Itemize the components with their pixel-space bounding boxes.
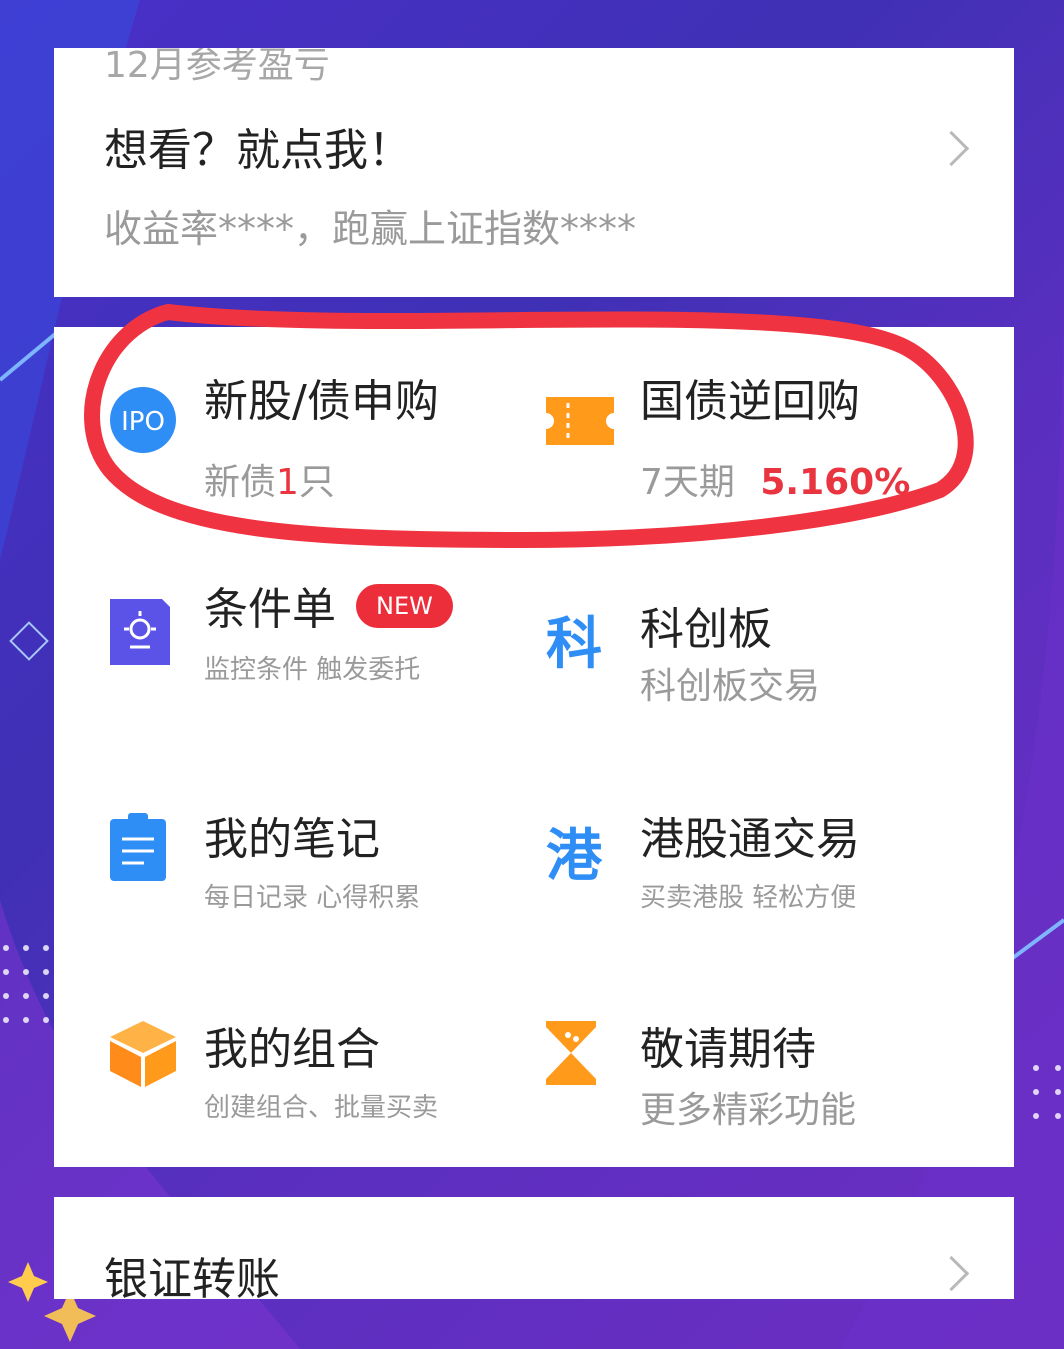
tile-conditional-order[interactable]: 条件单 NEW 监控条件 触发委托	[110, 567, 550, 767]
tile-ipo-subscription[interactable]: IPO 新股/债申购 新债1只	[110, 357, 550, 557]
tile-subtitle: 买卖港股 轻松方便	[640, 883, 857, 913]
hourglass-icon	[546, 1021, 596, 1085]
tile-title: 我的笔记	[204, 814, 380, 865]
profit-header-label: 12月参考盈亏	[104, 48, 330, 86]
tile-title: 我的组合	[204, 1024, 380, 1075]
clipboard-icon	[110, 813, 166, 881]
hk-connect-icon: 港	[546, 824, 602, 889]
tile-my-portfolio[interactable]: 我的组合 创建组合、批量买卖	[110, 987, 550, 1187]
tile-subtitle: 科创板交易	[640, 666, 821, 707]
tile-subtitle: 更多精彩功能	[640, 1090, 857, 1131]
new-badge: NEW	[356, 584, 453, 628]
bank-transfer-row[interactable]: 银证转账	[54, 1197, 1014, 1299]
tile-subtitle: 监控条件 触发委托	[204, 655, 421, 685]
chevron-right-icon	[933, 1255, 970, 1292]
tile-title: 港股通交易	[640, 814, 860, 865]
profit-card[interactable]: 12月参考盈亏 想看？就点我！ 收益率****，跑赢上证指数****	[54, 48, 1014, 297]
profit-headline: 想看？就点我！	[104, 125, 412, 176]
tile-title-row: 条件单 NEW	[204, 573, 453, 637]
new-bond-count: 1	[276, 462, 299, 503]
bank-transfer-title: 银证转账	[104, 1254, 280, 1299]
tile-coming-soon[interactable]: 敬请期待 更多精彩功能	[546, 987, 986, 1187]
tile-subtitle: 新债1只	[204, 462, 335, 503]
tile-treasury-repo[interactable]: 国债逆回购 7天期 5.160%	[546, 357, 986, 557]
tile-subtitle: 7天期 5.160%	[640, 453, 910, 505]
ticket-icon	[546, 397, 614, 445]
tile-title: 国债逆回购	[640, 376, 860, 427]
chevron-right-icon	[933, 130, 970, 167]
svg-text:IPO: IPO	[121, 407, 165, 437]
ipo-icon: IPO	[110, 387, 176, 453]
tile-hk-connect[interactable]: 港 港股通交易 买卖港股 轻松方便	[546, 777, 986, 977]
repo-term: 7天期	[640, 462, 735, 503]
tile-title: 新股/债申购	[204, 376, 439, 427]
bulb-icon	[110, 599, 170, 665]
tile-subtitle: 每日记录 心得积累	[204, 883, 421, 913]
star-market-icon: 科	[546, 612, 602, 677]
tile-star-market[interactable]: 科 科创板 科创板交易	[546, 567, 986, 767]
cube-icon	[110, 1021, 176, 1087]
repo-rate: 5.160%	[760, 462, 911, 503]
tile-title: 科创板	[640, 604, 772, 655]
feature-grid: IPO 新股/债申购 新债1只 国债逆回购 7天期 5.160% 条件单NEW	[54, 327, 1014, 1167]
tile-title: 敬请期待	[640, 1024, 816, 1075]
tile-my-notes[interactable]: 我的笔记 每日记录 心得积累	[110, 777, 550, 977]
profit-summary: 收益率****，跑赢上证指数****	[104, 207, 637, 251]
tile-subtitle: 创建组合、批量买卖	[204, 1093, 439, 1123]
